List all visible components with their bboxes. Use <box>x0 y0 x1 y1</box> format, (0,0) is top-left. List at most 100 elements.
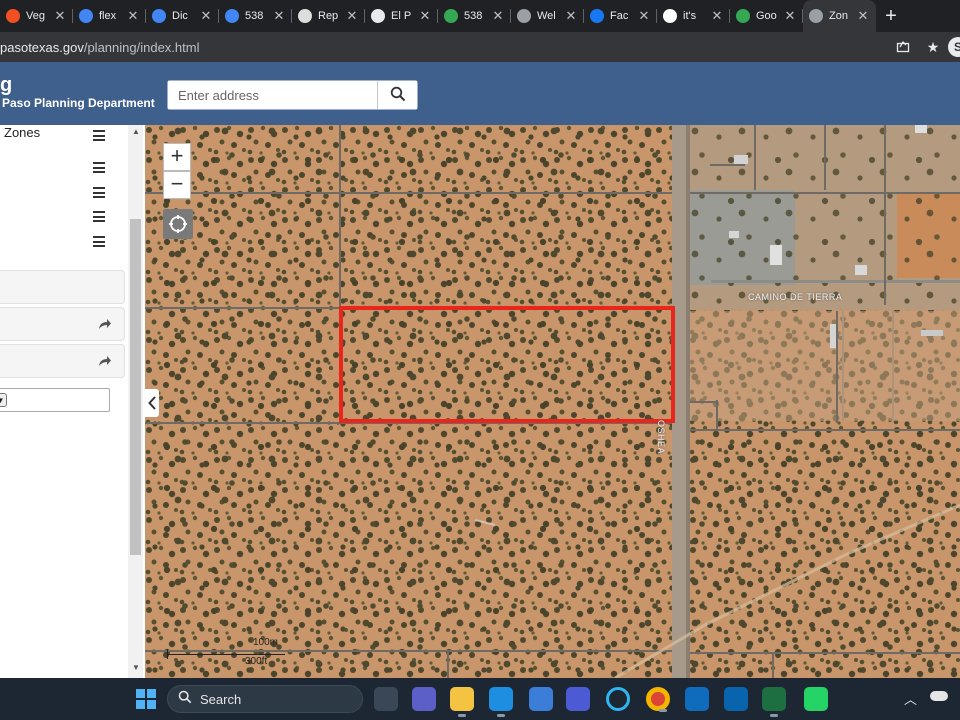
close-icon[interactable]: ✕ <box>491 8 505 24</box>
close-icon[interactable]: ✕ <box>564 8 578 24</box>
browser-tab[interactable]: Fac ✕ <box>584 0 657 32</box>
close-icon[interactable]: ✕ <box>783 8 797 24</box>
panel-section-3[interactable] <box>0 344 125 378</box>
layer-select-dropdown[interactable]: ▼ <box>0 388 110 412</box>
taskbar-app-task-view-icon[interactable] <box>374 687 398 711</box>
url-path: /planning/index.html <box>83 39 200 55</box>
taskbar-app-outlook-calendar-icon[interactable] <box>685 687 709 711</box>
app-title: g <box>0 74 13 96</box>
browser-tab-label: Fac <box>610 10 629 22</box>
taskbar-search-label: Search <box>200 691 242 707</box>
browser-tab[interactable]: it's ✕ <box>657 0 730 32</box>
taskbar-app-cortana-icon[interactable] <box>606 687 630 711</box>
share-arrow-icon[interactable] <box>98 354 112 372</box>
tray-chevron-up-icon[interactable]: ︿ <box>904 689 917 708</box>
taskbar-search[interactable]: Search <box>167 685 363 713</box>
hamburger-menu-icon[interactable] <box>93 187 105 198</box>
gear-icon <box>298 9 312 23</box>
panel-text-fragment: l <box>0 445 1 465</box>
close-icon[interactable]: ✕ <box>53 8 67 24</box>
windows-taskbar: Search ︿ <box>0 678 960 720</box>
address-search-box <box>167 80 418 110</box>
hamburger-menu-icon[interactable] <box>93 162 105 173</box>
address-bar[interactable]: pasotexas.gov/planning/index.html ★ S <box>0 32 960 62</box>
maps-pin-icon <box>736 9 750 23</box>
browser-tab[interactable]: flex ✕ <box>73 0 146 32</box>
close-icon[interactable]: ✕ <box>856 8 870 24</box>
hamburger-menu-icon[interactable] <box>93 236 105 247</box>
browser-tab[interactable]: Zon ✕ <box>803 0 876 32</box>
taskbar-app-pen-app-icon[interactable] <box>566 687 590 711</box>
satellite-imagery <box>145 125 960 678</box>
taskbar-app-edge-icon[interactable] <box>489 687 513 717</box>
browser-tab[interactable]: El P ✕ <box>365 0 438 32</box>
scroll-up-arrow-icon[interactable]: ▲ <box>132 127 140 136</box>
locate-crosshair-icon <box>169 215 187 233</box>
close-icon[interactable]: ✕ <box>199 8 213 24</box>
layer-label: Zones <box>4 125 41 140</box>
document-icon <box>371 9 385 23</box>
browser-tab[interactable]: Goo ✕ <box>730 0 803 32</box>
panel-scrollbar[interactable]: ▲ ▼ <box>128 125 143 678</box>
road-label-oshea: OSHEA <box>656 420 666 455</box>
url-host: pasotexas.gov <box>0 39 84 55</box>
layer-row[interactable] <box>0 231 125 253</box>
browser-tab[interactable]: Wel ✕ <box>511 0 584 32</box>
panel-section-1[interactable] <box>0 270 125 304</box>
taskbar-app-teams-chat-icon[interactable] <box>412 687 436 711</box>
close-icon[interactable]: ✕ <box>272 8 286 24</box>
taskbar-app-whatsapp-icon[interactable] <box>804 687 828 711</box>
panel-section-2[interactable] <box>0 307 125 341</box>
browser-tab[interactable]: 538 ✕ <box>219 0 292 32</box>
taskbar-app-file-explorer-icon[interactable] <box>450 687 474 717</box>
close-icon[interactable]: ✕ <box>126 8 140 24</box>
zoom-out-button[interactable]: − <box>163 171 191 199</box>
scrollbar-thumb[interactable] <box>130 219 141 555</box>
taskbar-app-outlook-icon[interactable] <box>724 687 748 711</box>
windows-logo-icon <box>6 9 20 23</box>
app-header: g Paso Planning Department <box>0 62 960 125</box>
globe-icon <box>517 9 531 23</box>
layer-row[interactable]: Zones <box>0 125 125 147</box>
taskbar-app-store-icon[interactable] <box>529 687 553 711</box>
browser-tab-label: it's <box>683 10 697 22</box>
url-field[interactable]: pasotexas.gov/planning/index.html <box>0 40 888 55</box>
browser-tab[interactable]: Veg ✕ <box>0 0 73 32</box>
browser-tab-label: El P <box>391 10 412 22</box>
share-page-icon[interactable] <box>888 39 918 56</box>
collapse-panel-button[interactable] <box>145 389 159 417</box>
scroll-down-arrow-icon[interactable]: ▼ <box>132 663 140 672</box>
browser-tab-label: Rep <box>318 10 339 22</box>
layer-panel: Zones ▼ l ▲ ▼ <box>0 125 145 678</box>
hamburger-menu-icon[interactable] <box>93 211 105 222</box>
locate-button[interactable] <box>163 209 193 239</box>
share-arrow-icon[interactable] <box>98 317 112 335</box>
taskbar-app-excel-icon[interactable] <box>762 687 786 717</box>
address-search-input[interactable] <box>168 81 378 109</box>
browser-tab[interactable]: Dic ✕ <box>146 0 219 32</box>
aerial-map[interactable]: + − CAMINO DE TIERRA OSHEA 100m 300ft <box>145 125 960 678</box>
onedrive-cloud-icon[interactable] <box>930 691 948 701</box>
start-windows-icon[interactable] <box>136 689 156 709</box>
layer-row[interactable] <box>0 182 125 204</box>
close-icon[interactable]: ✕ <box>418 8 432 24</box>
maps-pin-icon <box>444 9 458 23</box>
browser-tab-label: Wel <box>537 10 556 22</box>
browser-tab-label: Zon <box>829 10 848 22</box>
close-icon[interactable]: ✕ <box>637 8 651 24</box>
search-icon <box>178 690 192 709</box>
browser-tab[interactable]: Rep ✕ <box>292 0 365 32</box>
close-icon[interactable]: ✕ <box>345 8 359 24</box>
search-button[interactable] <box>377 81 417 109</box>
layer-row[interactable] <box>0 206 125 228</box>
hamburger-menu-icon[interactable] <box>93 130 105 141</box>
browser-tab[interactable]: 538 ✕ <box>438 0 511 32</box>
bookmark-star-icon[interactable]: ★ <box>918 39 948 56</box>
road-label-camino-de-tierra: CAMINO DE TIERRA <box>748 292 843 302</box>
taskbar-app-chrome-icon[interactable] <box>646 687 670 712</box>
profile-avatar[interactable]: S <box>948 37 960 57</box>
new-tab-button[interactable]: + <box>876 5 906 28</box>
layer-row[interactable] <box>0 157 125 179</box>
close-icon[interactable]: ✕ <box>710 8 724 24</box>
zoom-in-button[interactable]: + <box>163 143 191 171</box>
